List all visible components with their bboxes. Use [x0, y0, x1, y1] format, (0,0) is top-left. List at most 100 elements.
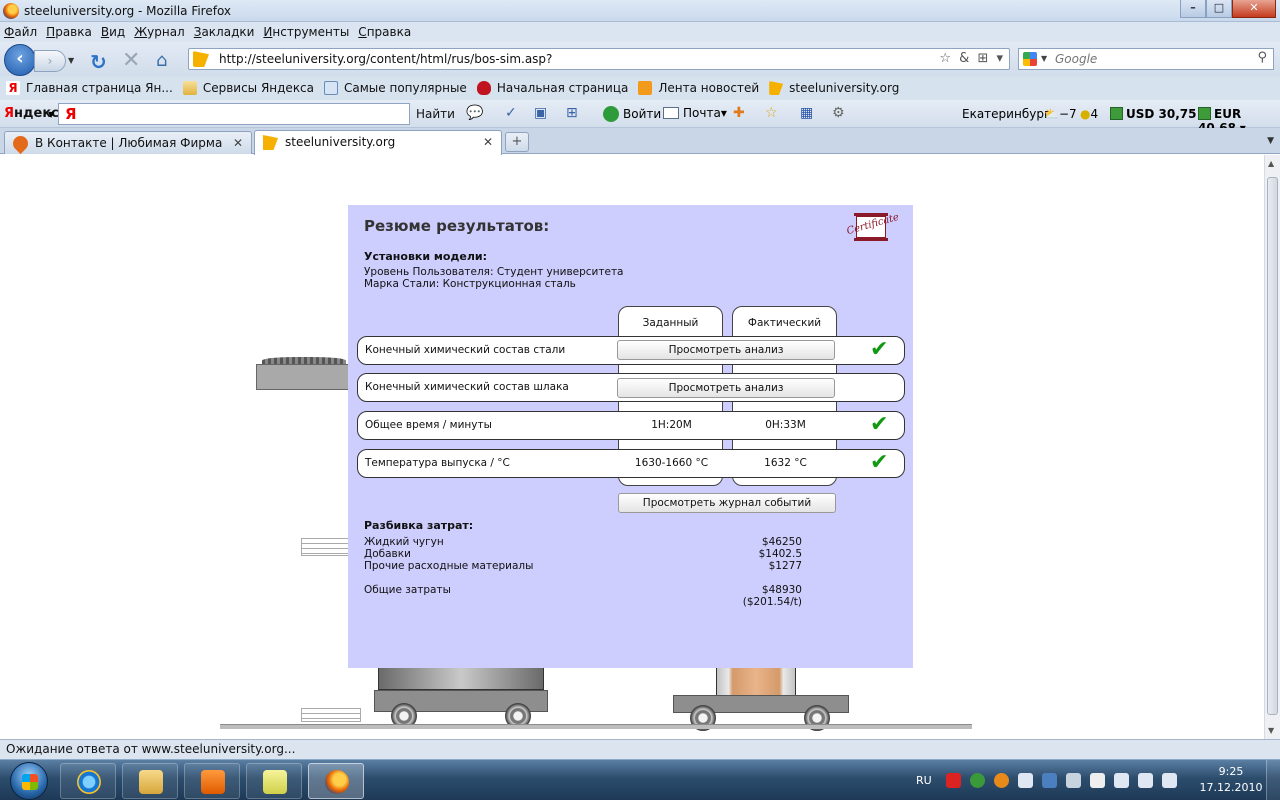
globe-icon[interactable] — [969, 773, 985, 788]
scroll-up-icon[interactable]: ▲ — [1268, 159, 1274, 168]
site-favicon-icon — [193, 51, 209, 67]
yandex-menu-dropdown-icon[interactable]: ▼ — [48, 110, 54, 119]
scroll-thumb[interactable] — [1267, 177, 1278, 715]
bookmark-yandex-services[interactable]: Сервисы Яндекса — [182, 81, 314, 95]
target-time-value: 1H:20M — [651, 419, 692, 431]
close-window-button[interactable]: ✕ — [1232, 0, 1276, 18]
maximize-button[interactable]: □ — [1206, 0, 1232, 18]
bookmark-start-page[interactable]: Начальная страница — [476, 81, 628, 95]
weather-widget[interactable]: ⛅−7 — [1044, 107, 1077, 121]
traffic-widget[interactable]: ●4 — [1080, 107, 1098, 121]
menu-view[interactable]: Вид — [101, 25, 125, 39]
home-icon[interactable]: ⌂ — [156, 50, 167, 71]
taskbar-firefox[interactable] — [308, 763, 364, 799]
network-icon[interactable] — [1041, 773, 1057, 788]
volume-icon[interactable] — [1161, 773, 1177, 788]
tab-steeluniversity[interactable]: steeluniversity.org ✕ — [254, 130, 502, 155]
city-label[interactable]: Екатеринбург — [962, 107, 1050, 121]
clock[interactable]: 9:25 17.12.2010 — [1196, 764, 1266, 796]
model-settings-label: Установки модели: — [364, 250, 487, 263]
bookmark-news-feed[interactable]: Лента новостей — [638, 81, 759, 95]
yandex-toolbar: Яндекс ▼ Я Найти 💬 ✓ ▣ ⊞ Войти Почта ▾ ✚… — [0, 100, 1280, 135]
spellcheck-icon[interactable]: ✓ — [505, 105, 517, 121]
taskbar-sticky-notes[interactable] — [246, 763, 302, 799]
google-engine-icon[interactable] — [1023, 52, 1037, 66]
usd-rate[interactable]: USD 30,75 ▾ — [1110, 107, 1206, 121]
view-event-log-button[interactable]: Просмотреть журнал событий — [618, 493, 836, 513]
windows-taskbar: RU 9:25 17.12.2010 — [0, 759, 1280, 800]
tab-list-dropdown-icon[interactable]: ▼ — [1267, 136, 1274, 146]
bookmarks-toolbar: Я Главная страница Ян... Сервисы Яндекса… — [0, 76, 1280, 100]
update-icon[interactable] — [993, 773, 1009, 788]
engine-dropdown-icon[interactable]: ▼ — [1041, 54, 1047, 63]
tab-vkontakte[interactable]: В Контакте | Любимая Фирма ✕ — [4, 131, 252, 155]
menu-help[interactable]: Справка — [358, 25, 411, 39]
new-tab-button[interactable]: + — [505, 132, 529, 152]
cost-breakdown-label: Разбивка затрат: — [364, 519, 474, 532]
dictionary-icon[interactable]: ⊞ — [566, 105, 578, 121]
bookmark-yandex-home[interactable]: Я Главная страница Ян... — [6, 81, 173, 95]
acrobat-icon[interactable] — [945, 773, 961, 788]
mail-icon — [663, 107, 679, 119]
scroll-down-icon[interactable]: ▼ — [1268, 726, 1274, 735]
actual-temperature-value: 1632 °C — [764, 457, 807, 469]
close-icon[interactable]: ✕ — [483, 131, 493, 153]
steel-icon — [769, 81, 784, 95]
language-indicator[interactable]: RU — [916, 774, 932, 787]
device-icon[interactable] — [1113, 773, 1129, 788]
search-bar[interactable]: ▼ ⚲ — [1018, 48, 1274, 70]
certificate-icon[interactable]: Certificate — [846, 212, 900, 241]
login-button[interactable]: Войти — [603, 106, 661, 122]
view-slag-analysis-button[interactable]: Просмотреть анализ — [617, 378, 835, 398]
menu-file[interactable]: Файл — [4, 25, 37, 39]
flag-icon[interactable] — [1137, 773, 1153, 788]
search-icon[interactable]: ⚲ — [1257, 50, 1267, 65]
comment-icon[interactable]: 💬 — [466, 105, 483, 121]
menu-history[interactable]: Журнал — [134, 25, 185, 39]
bookmark-steeluniversity[interactable]: steeluniversity.org — [769, 81, 899, 95]
sync-icon[interactable] — [1089, 773, 1105, 788]
search-input[interactable] — [1055, 51, 1245, 67]
close-icon[interactable]: ✕ — [233, 132, 243, 154]
url-bar[interactable]: http://steeluniversity.org/content/html/… — [188, 48, 1010, 70]
url-bar-icons[interactable]: ☆ & ⊞ ▾ — [939, 51, 1005, 66]
check-icon: ✔ — [870, 412, 889, 437]
file-explorer-icon — [139, 770, 163, 794]
reload-icon[interactable]: ↻ — [90, 50, 107, 74]
results-summary-panel: Резюме результатов: Certificate Установк… — [348, 205, 913, 668]
steel-grade-text: Марка Стали: Конструкционная сталь — [364, 278, 576, 290]
start-button[interactable] — [10, 762, 48, 800]
taskbar-explorer[interactable] — [122, 763, 178, 799]
yandex-search-input[interactable]: Я — [58, 103, 410, 125]
taskbar-ie[interactable] — [60, 763, 116, 799]
find-button[interactable]: Найти — [416, 107, 455, 121]
menu-bookmarks[interactable]: Закладки — [194, 25, 255, 39]
widgets-icon[interactable]: ▦ — [800, 105, 813, 121]
wifi-icon[interactable] — [1017, 773, 1033, 788]
tools-icon[interactable] — [1065, 773, 1081, 788]
view-steel-analysis-button[interactable]: Просмотреть анализ — [617, 340, 835, 360]
history-dropdown-icon[interactable]: ▼ — [68, 56, 74, 65]
mail-button[interactable]: Почта ▾ — [663, 106, 727, 120]
show-desktop-button[interactable] — [1266, 760, 1280, 800]
bird-icon — [476, 81, 491, 95]
gear-icon[interactable]: ⚙ — [832, 105, 845, 121]
forward-button[interactable]: › — [34, 50, 66, 72]
favorites-star-icon[interactable]: ☆ — [765, 105, 778, 121]
weather-icon: ⛅ — [1044, 107, 1059, 121]
scrap-box — [256, 364, 352, 390]
translate-icon[interactable]: ▣ — [534, 105, 547, 121]
taskbar-media-player[interactable] — [184, 763, 240, 799]
menu-edit[interactable]: Правка — [46, 25, 92, 39]
minimize-button[interactable]: – — [1180, 0, 1206, 18]
user-level-text: Уровень Пользователя: Студент университе… — [364, 266, 624, 278]
traffic-icon: ● — [1080, 107, 1091, 121]
stop-icon[interactable]: ✕ — [122, 48, 140, 73]
bookmarks-plus-icon[interactable]: ✚ — [733, 105, 745, 121]
firefox-logo-icon — [3, 3, 19, 19]
windows-logo-icon — [22, 774, 38, 790]
menu-tools[interactable]: Инструменты — [263, 25, 349, 39]
vertical-scrollbar[interactable]: ▲ ▼ — [1264, 155, 1280, 739]
bookmark-most-popular[interactable]: Самые популярные — [324, 81, 467, 95]
back-button[interactable]: ‹ — [4, 44, 36, 76]
